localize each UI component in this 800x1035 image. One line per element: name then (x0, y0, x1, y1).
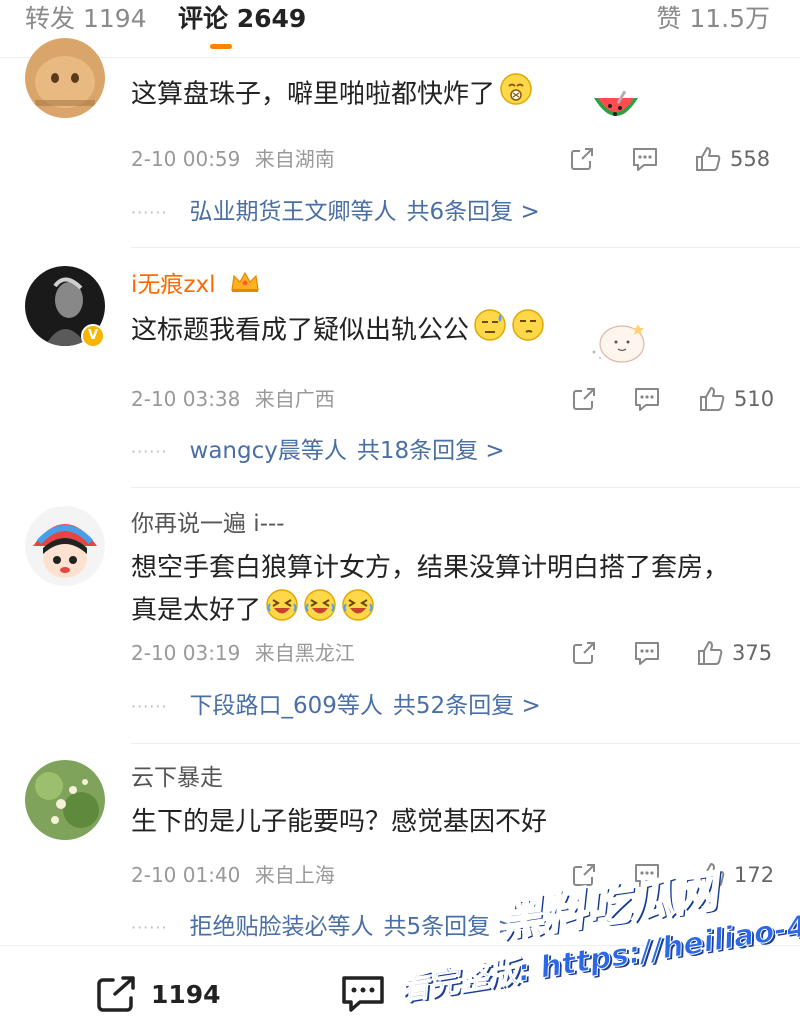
reply-count: 共5条回复 > (383, 914, 517, 940)
comment-username[interactable]: i无痕zxl (131, 270, 261, 301)
like-count: 172 (734, 863, 775, 887)
comment-meta: 2-10 03:38 来自广西 (131, 386, 335, 412)
comment-text-body: 想空手套白狼算计女方，结果没算计明白搭了套房，真是太好了 (131, 553, 730, 626)
like-button[interactable]: 510 (698, 384, 774, 414)
tab-likes[interactable]: 赞 11.5万 (656, 4, 770, 34)
verified-badge-icon: V (81, 324, 105, 348)
comment-button[interactable] (632, 638, 662, 668)
reply-users: 拒绝贴脸装必等人 (189, 914, 374, 940)
dots-icon: ······ (131, 441, 168, 461)
share-icon (573, 642, 595, 664)
like-icon (696, 147, 721, 171)
comment-text: 生下的是儿子能要吗？感觉基因不好 (131, 802, 751, 842)
reply-users: 下段路口_609等人 (189, 693, 383, 719)
like-icon (700, 387, 725, 411)
emoji-icon (499, 72, 533, 118)
comment-button[interactable] (632, 384, 662, 414)
like-icon (698, 641, 723, 665)
comment-username[interactable]: 云下暴走 (131, 764, 223, 792)
comment-icon (633, 148, 657, 171)
active-tab-indicator (210, 44, 232, 49)
reply-count: 共6条回复 > (406, 199, 540, 225)
comment-item: 你再说一遍 i--- 想空手套白狼算计女方，结果没算计明白搭了套房，真是太好了 … (0, 488, 800, 744)
comment-icon (342, 976, 384, 1012)
reply-count: 共52条回复 > (392, 693, 541, 719)
comment-button[interactable] (340, 974, 386, 1014)
repost-count: 1194 (151, 979, 221, 1009)
comment-time: 2-10 01:40 (131, 863, 241, 887)
comment-meta: 2-10 00:59 来自湖南 (131, 146, 335, 172)
share-button[interactable] (568, 144, 596, 174)
comment-location: 来自黑龙江 (254, 641, 355, 665)
avatar[interactable] (25, 38, 105, 118)
comment-icon (635, 388, 659, 411)
view-replies-link[interactable]: ······ wangcy晨等人 共18条回复 > (131, 436, 505, 467)
view-replies-link[interactable]: ······ 弘业期货王文卿等人 共6条回复 > (131, 197, 540, 228)
laugh-emoji-icon (341, 588, 375, 634)
laugh-emoji-icon (303, 588, 337, 634)
like-count: 558 (730, 147, 771, 171)
comment-time: 2-10 03:19 (131, 641, 241, 665)
dots-icon: ······ (131, 917, 168, 937)
cartoon-sticker (586, 316, 652, 368)
comment-text-body: 这算盘珠子，噼里啪啦都快炸了 (131, 79, 496, 110)
share-button[interactable] (570, 638, 598, 668)
like-count: 375 (732, 641, 773, 665)
reply-users: 弘业期货王文卿等人 (189, 199, 397, 225)
reply-count: 共18条回复 > (356, 438, 505, 464)
dots-icon: ······ (131, 202, 168, 222)
sweat-emoji-icon (473, 308, 507, 354)
like-count: 510 (734, 387, 775, 411)
comment-text-body: 生下的是儿子能要吗？感觉基因不好 (131, 807, 548, 837)
comment-tabs-bar: 转发 1194 评论 2649 赞 11.5万 (0, 0, 800, 58)
repost-button[interactable]: 1194 (95, 974, 221, 1014)
share-icon (571, 148, 593, 170)
comment-time: 2-10 00:59 (131, 147, 241, 171)
dots-icon: ······ (131, 696, 168, 716)
view-replies-link[interactable]: ······ 拒绝贴脸装必等人 共5条回复 > (131, 912, 517, 943)
share-button[interactable] (570, 384, 598, 414)
comment-meta: 2-10 01:40 来自上海 (131, 862, 335, 888)
tab-comments[interactable]: 评论 2649 (178, 4, 306, 34)
share-icon (97, 976, 135, 1012)
comment-button[interactable] (630, 144, 660, 174)
comment-text: 这标题我看成了疑似出轨公公 (131, 308, 751, 354)
comment-location: 来自湖南 (254, 147, 335, 171)
comment-meta: 2-10 03:19 来自黑龙江 (131, 640, 355, 666)
reply-users: wangcy晨等人 (189, 438, 347, 464)
avatar[interactable] (25, 506, 105, 586)
comment-location: 来自上海 (254, 863, 335, 887)
comment-time: 2-10 03:38 (131, 387, 241, 411)
comment-item: 这算盘珠子，噼里啪啦都快炸了 2-10 00:59 来自湖南 558 ·····… (0, 38, 800, 248)
share-icon (573, 388, 595, 410)
comment-item: V i无痕zxl 这标题我看成了疑似出轨公公 2-10 03:38 来自广西 5… (0, 248, 800, 488)
watermelon-sticker (590, 90, 642, 132)
like-button[interactable]: 558 (694, 144, 770, 174)
comment-icon (635, 642, 659, 665)
laugh-emoji-icon (265, 588, 299, 634)
comment-text: 想空手套白狼算计女方，结果没算计明白搭了套房，真是太好了 (131, 548, 751, 634)
comment-text: 这算盘珠子，噼里啪啦都快炸了 (131, 72, 751, 118)
tab-reposts[interactable]: 转发 1194 (25, 4, 147, 34)
like-button[interactable]: 375 (696, 638, 772, 668)
crown-icon (229, 270, 261, 301)
speechless-emoji-icon (511, 308, 545, 354)
comment-username[interactable]: 你再说一遍 i--- (131, 510, 285, 538)
comment-text-body: 这标题我看成了疑似出轨公公 (131, 315, 470, 346)
avatar[interactable] (25, 760, 105, 840)
view-replies-link[interactable]: ······ 下段路口_609等人 共52条回复 > (131, 691, 541, 722)
username-text: i无痕zxl (131, 272, 216, 298)
comment-location: 来自广西 (254, 387, 335, 411)
